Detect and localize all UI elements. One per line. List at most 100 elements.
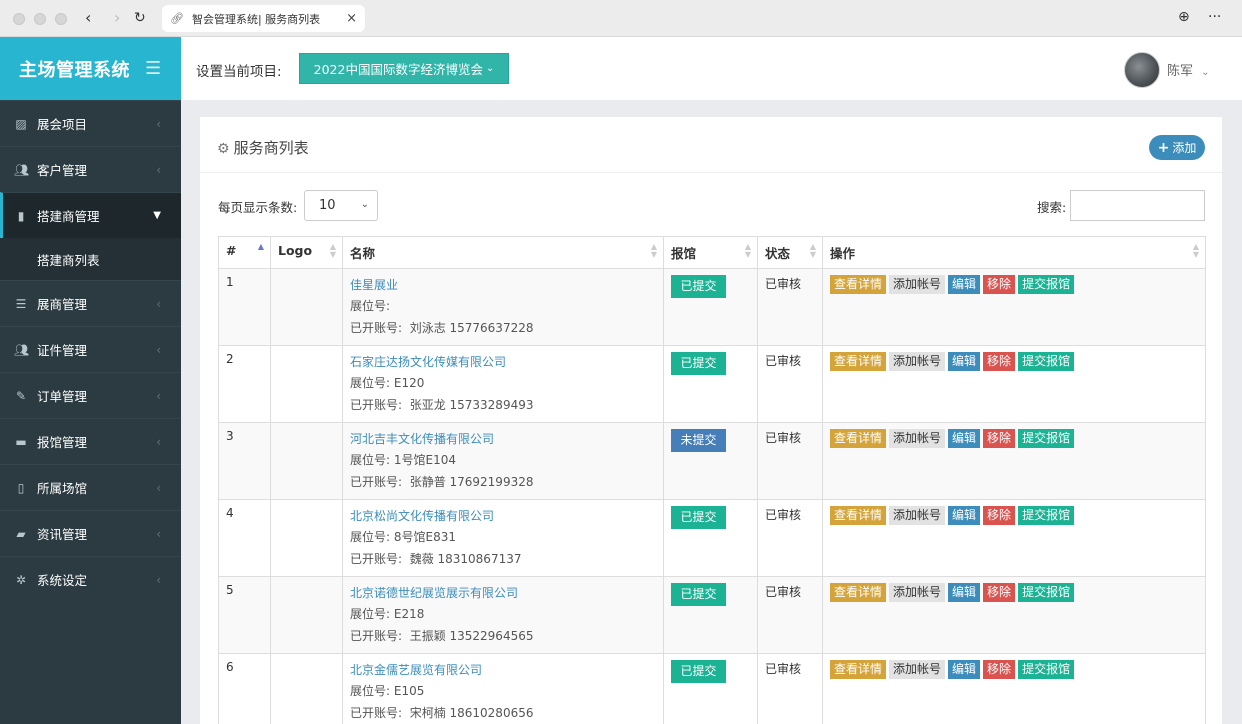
- report-status-button[interactable]: 已提交: [671, 352, 726, 375]
- add-account-button[interactable]: 添加帐号: [889, 660, 946, 679]
- report-status-button[interactable]: 已提交: [671, 506, 726, 529]
- remove-button[interactable]: 移除: [983, 583, 1016, 602]
- row-report-cell: 已提交: [663, 499, 758, 577]
- window-minimize-dot[interactable]: [34, 13, 46, 25]
- window-zoom-dot[interactable]: [55, 13, 67, 25]
- provider-name-link[interactable]: 北京金儒艺展览有限公司: [350, 660, 656, 680]
- submit-report-button[interactable]: 提交报馆: [1018, 506, 1075, 525]
- avatar[interactable]: [1124, 52, 1160, 88]
- sidebar-item-customers[interactable]: 👥︎ 客户管理 ‹: [0, 146, 181, 192]
- sidebar: 主场管理系统 ☰ ▨ 展会项目 ‹ 👥︎ 客户管理 ‹ ▮ 搭建商管理 ▼ 搭建…: [0, 37, 181, 724]
- column-header-report[interactable]: 报馆 ▲ ▼: [663, 236, 758, 269]
- remove-button[interactable]: 移除: [983, 660, 1016, 679]
- sidebar-item-credentials[interactable]: 👥︎ 证件管理 ‹: [0, 326, 181, 372]
- hamburger-icon[interactable]: ☰: [145, 58, 161, 79]
- edit-button[interactable]: 编辑: [948, 429, 981, 448]
- sidebar-item-settings[interactable]: ✲ 系统设定 ‹: [0, 556, 181, 602]
- row-index: 4: [218, 499, 271, 577]
- edit-button[interactable]: 编辑: [948, 660, 981, 679]
- sidebar-item-orders[interactable]: ✎ 订单管理 ‹: [0, 372, 181, 418]
- edit-button[interactable]: 编辑: [948, 583, 981, 602]
- sort-icon: ▲ ▼: [329, 242, 336, 259]
- view-detail-button[interactable]: 查看详情: [830, 583, 887, 602]
- page-length-select[interactable]: 10 ⌄: [304, 190, 378, 221]
- search-input[interactable]: [1070, 190, 1205, 221]
- chevron-left-icon: ‹: [156, 388, 161, 403]
- submit-report-button[interactable]: 提交报馆: [1018, 429, 1075, 448]
- report-status-button[interactable]: 未提交: [671, 429, 726, 452]
- sidebar-subitem-builder-list[interactable]: 搭建商列表: [0, 238, 181, 280]
- back-icon[interactable]: ‹: [85, 8, 91, 27]
- remove-button[interactable]: 移除: [983, 429, 1016, 448]
- provider-name-link[interactable]: 北京诺德世纪展览展示有限公司: [350, 583, 656, 603]
- tab-close-icon[interactable]: ×: [346, 11, 357, 26]
- view-detail-button[interactable]: 查看详情: [830, 352, 887, 371]
- remove-button[interactable]: 移除: [983, 506, 1016, 525]
- submit-report-button[interactable]: 提交报馆: [1018, 660, 1075, 679]
- row-index: 3: [218, 422, 271, 500]
- add-button-label: 添加: [1172, 141, 1197, 155]
- account-line: 已开账号: 魏薇 18310867137: [350, 548, 656, 570]
- account-prefix: 已开账号:: [350, 321, 403, 335]
- column-header-label: 状态: [765, 246, 791, 261]
- sidebar-item-projects[interactable]: ▨ 展会项目 ‹: [0, 100, 181, 146]
- forward-icon[interactable]: ›: [114, 8, 120, 27]
- report-status-button[interactable]: 已提交: [671, 583, 726, 606]
- view-detail-button[interactable]: 查看详情: [830, 429, 887, 448]
- globe-icon[interactable]: ⊕: [1178, 9, 1190, 25]
- view-detail-button[interactable]: 查看详情: [830, 660, 887, 679]
- users-icon: 👥︎: [14, 162, 30, 177]
- submit-report-button[interactable]: 提交报馆: [1018, 352, 1075, 371]
- brand-title[interactable]: 主场管理系统: [19, 56, 130, 82]
- account-line: 已开账号: 王振颖 13522964565: [350, 625, 656, 647]
- truck-icon: ▬: [15, 434, 27, 449]
- sort-icon: ▲ ▼: [650, 242, 657, 259]
- report-status-button[interactable]: 已提交: [671, 660, 726, 683]
- user-menu[interactable]: 陈军 ⌄: [1167, 60, 1210, 79]
- sidebar-item-exhibitors[interactable]: ☰ 展商管理 ‹: [0, 280, 181, 326]
- sidebar-item-builders[interactable]: ▮ 搭建商管理 ▼: [0, 192, 181, 238]
- report-status-button[interactable]: 已提交: [671, 275, 726, 298]
- more-icon[interactable]: ···: [1208, 9, 1221, 25]
- provider-name-link[interactable]: 北京松尚文化传播有限公司: [350, 506, 656, 526]
- column-header-actions[interactable]: 操作 ▲ ▼: [822, 236, 1206, 269]
- add-account-button[interactable]: 添加帐号: [889, 429, 946, 448]
- reload-icon[interactable]: ↻: [134, 10, 146, 26]
- submit-report-button[interactable]: 提交报馆: [1018, 583, 1075, 602]
- page-length-value: 10: [319, 198, 336, 213]
- submit-report-button[interactable]: 提交报馆: [1018, 275, 1075, 294]
- row-status-cell: 已审核: [757, 268, 823, 346]
- building-icon: ▮: [17, 208, 25, 223]
- add-button[interactable]: + 添加: [1149, 135, 1205, 160]
- edit-button[interactable]: 编辑: [948, 506, 981, 525]
- remove-button[interactable]: 移除: [983, 275, 1016, 294]
- add-account-button[interactable]: 添加帐号: [889, 583, 946, 602]
- column-header-name[interactable]: 名称 ▲ ▼: [342, 236, 664, 269]
- column-header-index[interactable]: # ▲: [218, 236, 271, 269]
- add-account-button[interactable]: 添加帐号: [889, 275, 946, 294]
- edit-button[interactable]: 编辑: [948, 352, 981, 371]
- provider-name-link[interactable]: 河北吉丰文化传播有限公司: [350, 429, 656, 449]
- booth-value: E218: [393, 607, 425, 621]
- sidebar-item-venues[interactable]: ▯ 所属场馆 ‹: [0, 464, 181, 510]
- remove-button[interactable]: 移除: [983, 352, 1016, 371]
- provider-name-link[interactable]: 佳星展业: [350, 275, 656, 295]
- account-prefix: 已开账号:: [350, 706, 403, 720]
- edit-button[interactable]: 编辑: [948, 275, 981, 294]
- provider-name-link[interactable]: 石家庄达扬文化传媒有限公司: [350, 352, 656, 372]
- browser-tab[interactable]: 🔗︎ 智会管理系统| 服务商列表 ×: [162, 5, 365, 32]
- add-account-button[interactable]: 添加帐号: [889, 506, 946, 525]
- sidebar-item-reports[interactable]: ▬ 报馆管理 ‹: [0, 418, 181, 464]
- booth-value: 8号馆E831: [393, 530, 456, 544]
- column-header-status[interactable]: 状态 ▲ ▼: [757, 236, 823, 269]
- window-close-dot[interactable]: [13, 13, 25, 25]
- view-detail-button[interactable]: 查看详情: [830, 506, 887, 525]
- column-header-label: Logo: [278, 243, 313, 258]
- view-detail-button[interactable]: 查看详情: [830, 275, 887, 294]
- column-header-logo[interactable]: Logo ▲ ▼: [270, 236, 343, 269]
- booth-prefix: 展位号:: [350, 530, 391, 544]
- add-account-button[interactable]: 添加帐号: [889, 352, 946, 371]
- project-select[interactable]: 2022中国国际数字经济博览会 ⌄: [299, 53, 509, 84]
- sidebar-item-news[interactable]: ▰ 资讯管理 ‹: [0, 510, 181, 556]
- sidebar-item-label: 系统设定: [37, 573, 88, 588]
